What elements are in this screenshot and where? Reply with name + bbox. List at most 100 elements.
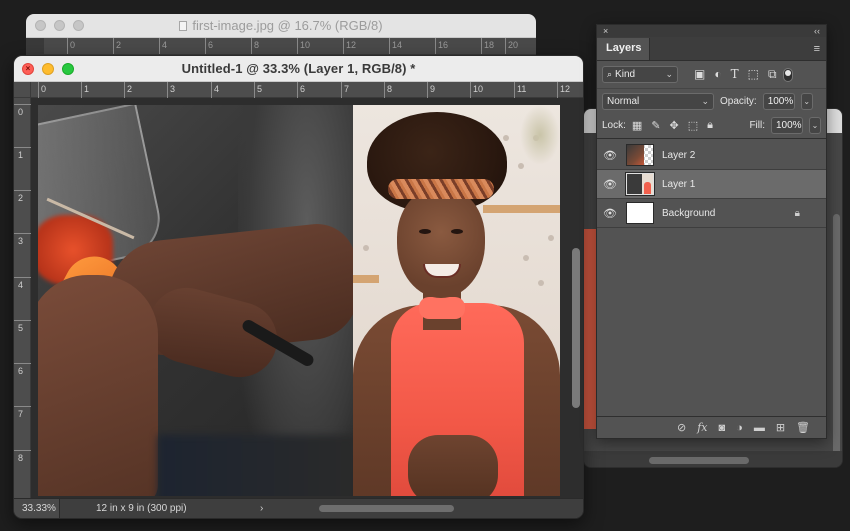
back-ruler-tick: 18 — [480, 38, 495, 54]
lock-row: Lock: ▦ ✎ ✥ ⬚ 🔒︎ Fill: 100% ⌄ — [597, 113, 826, 139]
filter-icons: ▣ ◐ T ⬚ ⧉ — [694, 67, 777, 82]
lock-artboard-icon[interactable]: ⬚ — [688, 119, 698, 132]
new-layer-icon[interactable]: ⊞ — [776, 421, 785, 434]
background-window-vertical-scrollbar[interactable] — [833, 214, 840, 459]
image-filter-icon[interactable]: ▣ — [694, 67, 705, 82]
filter-toggle-switch[interactable] — [782, 67, 793, 82]
opacity-input[interactable]: 100% — [762, 92, 795, 110]
face — [397, 188, 485, 298]
status-menu-arrow[interactable]: › — [260, 503, 263, 514]
filter-kind-select[interactable]: ⌕ Kind ⌄ — [602, 66, 678, 83]
background-window-statusbar — [584, 451, 842, 467]
opacity-dropdown-button[interactable]: ⌄ — [800, 92, 813, 110]
opacity-label: Opacity: — [720, 95, 757, 107]
zoom-field[interactable]: 33.33% — [14, 499, 60, 518]
main-document-window[interactable]: × Untitled-1 @ 33.3% (Layer 1, RGB/8) * … — [13, 55, 584, 519]
layer-thumbnail[interactable] — [625, 172, 655, 196]
add-mask-icon[interactable]: ◙ — [719, 422, 726, 434]
chevron-down-icon: ⌄ — [803, 96, 811, 106]
fill-dropdown-button[interactable]: ⌄ — [809, 117, 821, 134]
lock-label: Lock: — [602, 120, 626, 131]
ruler-tick: 7 — [340, 82, 350, 98]
panel-collapse-icon[interactable]: ‹‹ — [814, 26, 820, 36]
horizontal-scrollbar[interactable] — [319, 505, 454, 512]
back-window-title-text: first-image.jpg @ 16.7% (RGB/8) — [192, 18, 383, 33]
vertical-ruler[interactable]: 0 1 2 3 4 5 6 7 8 — [14, 98, 32, 498]
ruler-tick: 1 — [80, 82, 90, 98]
layer-row-layer-1[interactable]: 👁︎ Layer 1 — [597, 170, 826, 199]
chevron-down-icon: ⌄ — [811, 121, 819, 130]
new-group-icon[interactable]: ▬ — [754, 422, 765, 434]
ruler-tick: 7 — [14, 406, 32, 419]
blend-mode-value: Normal — [607, 95, 640, 107]
layer-row-layer-2[interactable]: 👁︎ Layer 2 — [597, 141, 826, 170]
layer-row-background[interactable]: 👁︎ Background 🔒︎ — [597, 199, 826, 228]
eye-icon[interactable]: 👁︎ — [597, 207, 623, 220]
ruler-tick: 8 — [14, 450, 32, 463]
tab-layers[interactable]: Layers — [597, 38, 651, 60]
blend-mode-select[interactable]: Normal ⌄ — [602, 92, 714, 110]
back-horizontal-ruler: 0 2 4 6 8 10 12 14 16 18 20 — [44, 38, 536, 54]
back-ruler-tick: 4 — [158, 38, 168, 54]
ruler-tick: 12 — [556, 82, 571, 98]
layer-thumbnail[interactable] — [626, 202, 654, 224]
layer-filter-row: ⌕ Kind ⌄ ▣ ◐ T ⬚ ⧉ — [597, 61, 826, 89]
ruler-tick: 6 — [296, 82, 306, 98]
lock-transparency-icon[interactable]: ▦ — [632, 119, 642, 132]
background-window-horizontal-scrollbar[interactable] — [649, 457, 749, 464]
lock-icon[interactable]: 🔒︎ — [795, 208, 800, 219]
window-controls: × — [22, 62, 74, 75]
delete-layer-icon[interactable]: 🗑︎ — [796, 421, 810, 434]
back-window-title: first-image.jpg @ 16.7% (RGB/8) — [26, 18, 536, 33]
layer-name: Layer 1 — [662, 178, 696, 190]
close-button[interactable]: × — [22, 62, 34, 75]
lock-position-icon[interactable]: ✥ — [670, 119, 679, 132]
smart-object-filter-icon[interactable]: ⧉ — [768, 67, 777, 82]
ruler-tick: 9 — [426, 82, 436, 98]
ruler-tick: 10 — [469, 82, 484, 98]
vertical-scrollbar[interactable] — [572, 248, 580, 408]
fill-input[interactable]: 100% — [771, 117, 803, 134]
layers-list: 👁︎ Layer 2 👁︎ Layer 1 👁︎ Background 🔒︎ — [597, 141, 826, 228]
lock-icons: ▦ ✎ ✥ ⬚ 🔒︎ — [632, 119, 713, 132]
back-ruler-tick: 10 — [296, 38, 311, 54]
panel-header-bar[interactable]: × ‹‹ — [597, 25, 826, 37]
ruler-tick: 6 — [14, 363, 32, 376]
layer-thumbnail[interactable] — [626, 144, 654, 166]
panel-menu-icon[interactable]: ≡ — [814, 43, 820, 55]
canvas-area[interactable] — [31, 98, 583, 498]
adjustment-layer-icon[interactable]: ◑ — [736, 422, 743, 434]
minimize-button[interactable] — [42, 62, 54, 75]
eye-icon[interactable]: 👁︎ — [597, 149, 623, 162]
blend-row: Normal ⌄ Opacity: 100% ⌄ — [597, 89, 826, 113]
ruler-tick: 11 — [513, 82, 527, 98]
adjustment-filter-icon[interactable]: ◐ — [714, 67, 721, 82]
main-window-titlebar[interactable]: × Untitled-1 @ 33.3% (Layer 1, RGB/8) * — [14, 56, 583, 82]
panel-tab-bar: Layers ≡ — [597, 37, 826, 61]
type-filter-icon[interactable]: T — [731, 67, 739, 82]
layers-panel[interactable]: × ‹‹ Layers ≡ ⌕ Kind ⌄ ▣ ◐ T ⬚ ⧉ Normal … — [596, 24, 827, 439]
panel-close-icon[interactable]: × — [603, 26, 608, 36]
hand — [38, 275, 158, 496]
fill-label: Fill: — [749, 120, 765, 131]
ruler-tick: 2 — [14, 190, 32, 203]
back-ruler-tick: 8 — [250, 38, 260, 54]
document-canvas[interactable] — [38, 105, 560, 496]
ruler-tick: 1 — [14, 147, 32, 160]
back-ruler-tick: 14 — [388, 38, 403, 54]
shape-filter-icon[interactable]: ⬚ — [748, 67, 759, 82]
fx-icon[interactable]: fx — [697, 421, 707, 434]
link-layers-icon[interactable]: ⊘ — [677, 421, 686, 434]
back-window-titlebar[interactable]: first-image.jpg @ 16.7% (RGB/8) — [26, 14, 536, 38]
horizontal-ruler[interactable]: 0 1 2 3 4 5 6 7 8 9 10 11 12 — [31, 82, 583, 98]
lock-pixels-icon[interactable]: ✎ — [651, 119, 660, 132]
ruler-tick: 3 — [166, 82, 176, 98]
ruler-tick: 0 — [14, 104, 32, 117]
ruler-origin[interactable] — [14, 82, 31, 98]
lock-all-icon[interactable]: 🔒︎ — [707, 119, 713, 132]
eye-icon[interactable]: 👁︎ — [597, 178, 623, 191]
document-icon — [179, 20, 188, 31]
back-ruler-tick: 12 — [342, 38, 357, 54]
maximize-button[interactable] — [62, 62, 74, 75]
search-icon: ⌕ — [607, 69, 613, 79]
